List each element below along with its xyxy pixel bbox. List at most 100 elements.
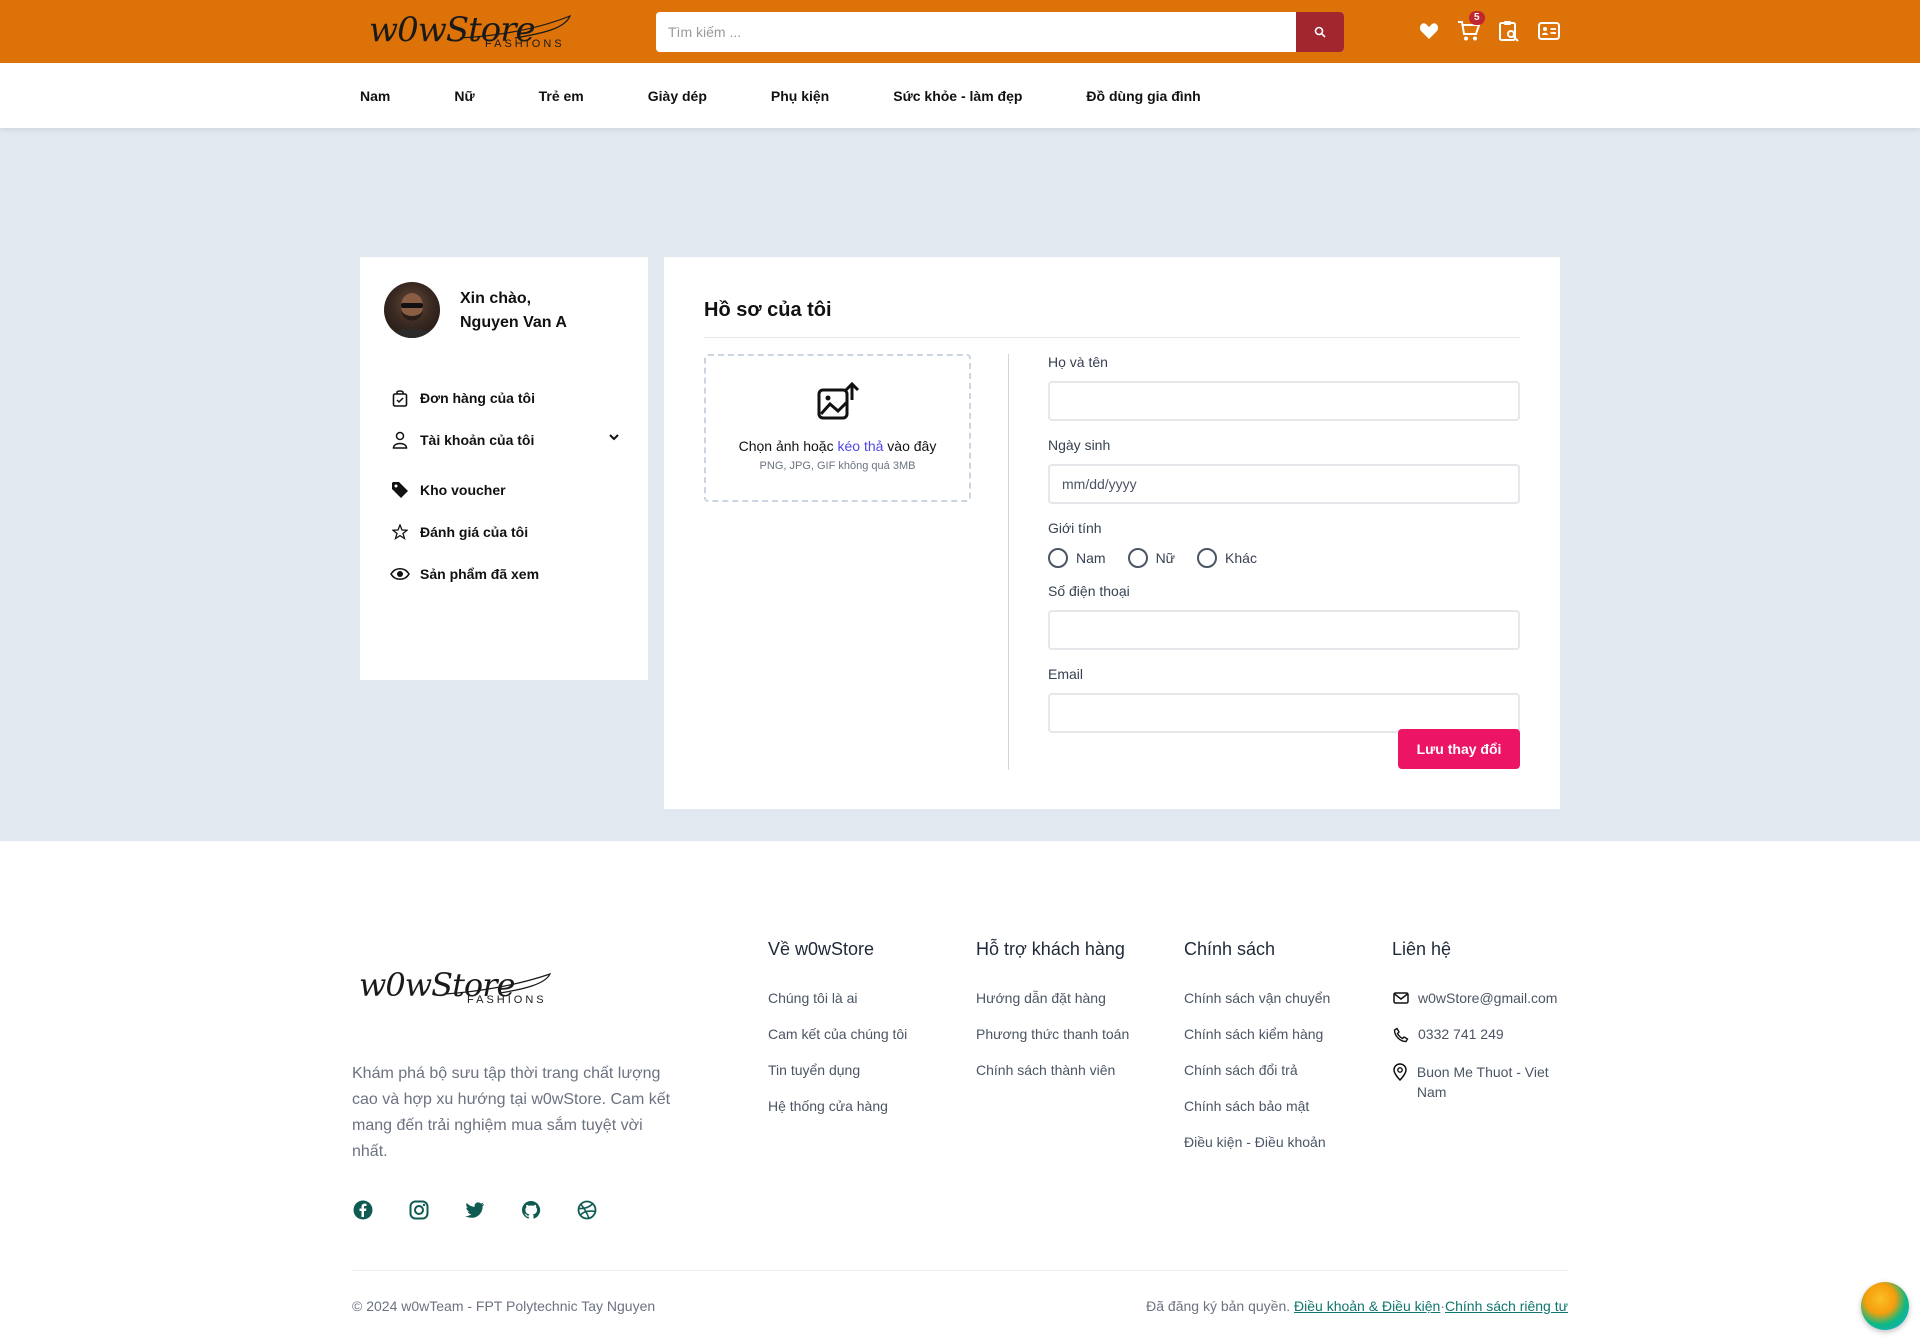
sidebar-item-voucher[interactable]: Kho voucher: [390, 469, 620, 511]
gender-radio-nam[interactable]: Nam: [1048, 548, 1106, 568]
gender-radio-group: Nam Nữ Khác: [1048, 547, 1520, 569]
footer-col-title: Về w0wStore: [768, 939, 875, 959]
footer-link[interactable]: Phương thức thanh toán: [976, 1026, 1129, 1062]
title-divider: [704, 337, 1520, 338]
radio-circle[interactable]: [1127, 548, 1148, 568]
radio-circle[interactable]: [1197, 548, 1218, 568]
footer-link[interactable]: Điều kiện - Điều khoản: [1184, 1134, 1330, 1170]
account-menu: Đơn hàng của tôi Tài khoản của tôi Kho v…: [390, 377, 620, 595]
page-title: Hồ sơ của tôi: [704, 299, 832, 321]
footer-col-title: Chính sách: [1184, 939, 1276, 959]
eye-icon: [390, 564, 410, 584]
footer-logo[interactable]: w0wStore FASHIONS: [355, 966, 555, 1016]
footer-link[interactable]: Chúng tôi là ai: [768, 990, 907, 1026]
footer-col-contact: Liên hệ w0wStore@gmail.com 0332 741 249 …: [1392, 939, 1572, 1102]
nav-item-phu-kien[interactable]: Phụ kiện: [771, 88, 829, 104]
account-sidebar: Xin chào, Nguyen Van A Đơn hàng của tôi …: [360, 257, 648, 680]
footer-divider: [352, 1270, 1568, 1271]
wishlist-button[interactable]: [1416, 18, 1442, 44]
nav-item-nam[interactable]: Nam: [360, 88, 390, 104]
footer-link[interactable]: Chính sách đổi trả: [1184, 1062, 1330, 1098]
footer-link[interactable]: Chính sách vận chuyển: [1184, 990, 1330, 1026]
sidebar-item-reviews[interactable]: Đánh giá của tôi: [390, 511, 620, 553]
greeting: Xin chào, Nguyen Van A: [460, 287, 567, 335]
nav-item-suc-khoe[interactable]: Sức khỏe - làm đẹp: [893, 88, 1022, 104]
phone-label: Số điện thoại: [1048, 583, 1130, 599]
image-upload-icon: [816, 380, 860, 429]
footer-link[interactable]: Hệ thống cửa hàng: [768, 1098, 907, 1134]
gender-radio-khac[interactable]: Khác: [1197, 548, 1257, 568]
footer-link[interactable]: Tin tuyển dụng: [768, 1062, 907, 1098]
dob-label: Ngày sinh: [1048, 437, 1111, 453]
store-logo[interactable]: w0wStore FASHIONS: [365, 8, 575, 60]
terms-link[interactable]: Điều khoản & Điều kiện: [1294, 1298, 1440, 1314]
account-button[interactable]: [1536, 18, 1562, 44]
id-card-icon: [1538, 22, 1560, 40]
tag-icon: [390, 480, 410, 500]
mail-icon: [1392, 990, 1410, 1005]
footer-link[interactable]: Hướng dẫn đặt hàng: [976, 990, 1129, 1026]
footer-link[interactable]: Chính sách kiểm hàng: [1184, 1026, 1330, 1062]
chevron-down-icon[interactable]: [608, 430, 620, 446]
search-input[interactable]: [656, 12, 1296, 52]
sidebar-item-label: Tài khoản của tôi: [420, 432, 535, 448]
cart-button[interactable]: 5: [1456, 11, 1485, 44]
clipboard-search-icon: [1499, 21, 1519, 42]
footer-link[interactable]: Chính sách bảo mật: [1184, 1098, 1330, 1134]
phone-icon: [1392, 1026, 1410, 1043]
vertical-divider: [1008, 354, 1009, 770]
phone-field[interactable]: [1048, 610, 1520, 650]
nav-item-nu[interactable]: Nữ: [454, 88, 474, 104]
sidebar-item-account[interactable]: Tài khoản của tôi: [390, 419, 620, 461]
search-button[interactable]: [1296, 12, 1344, 52]
footer-col-policy: Chính sách Chính sách vận chuyển Chính s…: [1184, 939, 1330, 1170]
footer-col-support: Hỗ trợ khách hàng Hướng dẫn đặt hàng Phư…: [976, 939, 1129, 1098]
avatar[interactable]: [384, 282, 440, 338]
header-actions: 5: [1416, 11, 1562, 44]
cart-count-badge: 5: [1469, 11, 1485, 25]
contact-email[interactable]: w0wStore@gmail.com: [1392, 990, 1572, 1026]
shopping-bag-icon: [390, 388, 410, 408]
floating-chat-button[interactable]: [1861, 1282, 1909, 1330]
twitter-icon[interactable]: [464, 1199, 486, 1221]
profile-panel: Hồ sơ của tôi Chọn ảnh hoặc kéo thả vào …: [664, 257, 1560, 809]
profile-form: Họ và tên Ngày sinh mm/dd/yyyy Giới tính…: [1048, 354, 1520, 749]
star-icon: [390, 522, 410, 542]
nav-item-tre-em[interactable]: Trẻ em: [539, 88, 584, 104]
privacy-link[interactable]: Chính sách riêng tư: [1445, 1298, 1568, 1314]
contact-phone[interactable]: 0332 741 249: [1392, 1026, 1572, 1062]
rights-text: Đã đăng ký bản quyền.: [1146, 1298, 1295, 1314]
sidebar-item-viewed[interactable]: Sản phẩm đã xem: [390, 553, 620, 595]
avatar-upload-dropzone[interactable]: Chọn ảnh hoặc kéo thả vào đây PNG, JPG, …: [704, 354, 971, 502]
footer-link[interactable]: Chính sách thành viên: [976, 1062, 1129, 1098]
legal-links: Đã đăng ký bản quyền. Điều khoản & Điều …: [1146, 1298, 1568, 1314]
email-field[interactable]: [1048, 693, 1520, 733]
sidebar-item-label: Đánh giá của tôi: [420, 524, 529, 540]
username: Nguyen Van A: [460, 314, 567, 331]
github-icon[interactable]: [520, 1199, 542, 1221]
fullname-field[interactable]: [1048, 381, 1520, 421]
dribbble-icon[interactable]: [576, 1199, 598, 1221]
radio-circle[interactable]: [1048, 548, 1068, 568]
instagram-icon[interactable]: [408, 1199, 430, 1221]
contact-address: Buon Me Thuot - Viet Nam: [1392, 1062, 1572, 1102]
sidebar-item-orders[interactable]: Đơn hàng của tôi: [390, 377, 620, 419]
order-lookup-button[interactable]: [1496, 18, 1522, 44]
facebook-icon[interactable]: [352, 1199, 374, 1221]
sidebar-item-label: Sản phẩm đã xem: [420, 566, 540, 582]
nav-item-giay-dep[interactable]: Giày dép: [648, 88, 707, 104]
gender-radio-nu[interactable]: Nữ: [1127, 548, 1176, 568]
heart-icon: [1419, 23, 1439, 39]
search-icon: [1314, 26, 1326, 38]
upload-text-post: vào đây: [883, 438, 937, 454]
radio-label: Nữ: [1155, 550, 1176, 566]
greeting-text: Xin chào,: [460, 290, 532, 307]
logo-subtitle: FASHIONS: [467, 994, 547, 1006]
nav-item-do-dung[interactable]: Đồ dùng gia đình: [1086, 88, 1200, 104]
contact-phone-text: 0332 741 249: [1418, 1026, 1504, 1042]
drag-drop-link[interactable]: kéo thả: [837, 438, 883, 454]
dob-field[interactable]: mm/dd/yyyy: [1048, 464, 1520, 504]
footer-col-title: Liên hệ: [1392, 939, 1452, 959]
footer-link[interactable]: Cam kết của chúng tôi: [768, 1026, 907, 1062]
save-button[interactable]: Lưu thay đổi: [1398, 729, 1520, 769]
